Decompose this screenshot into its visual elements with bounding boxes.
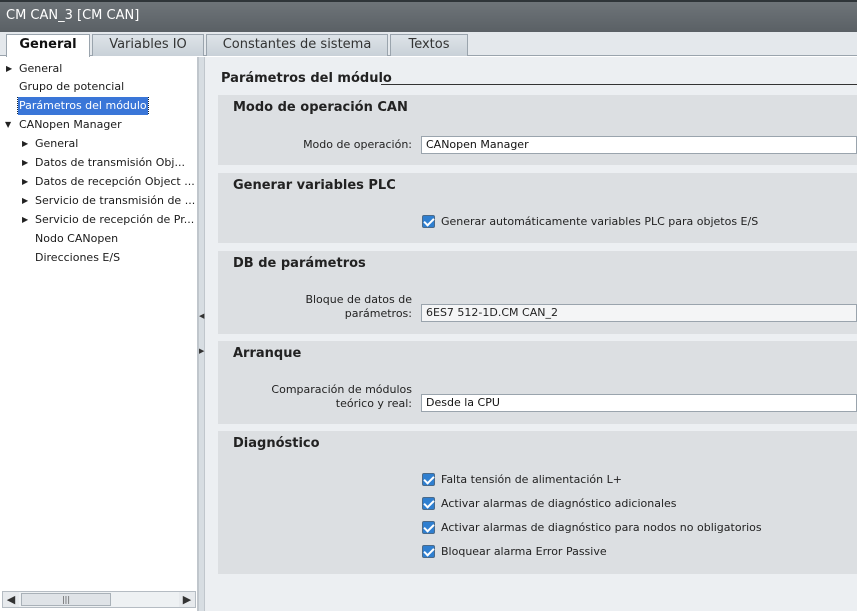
generate-plc-tags-label: Generar automáticamente variables PLC pa…: [441, 215, 759, 228]
tree-item-label: Grupo de potencial: [19, 80, 125, 93]
collapse-icon[interactable]: ▼: [5, 116, 15, 134]
expand-icon[interactable]: ▶: [22, 135, 32, 153]
window-titlebar: CM CAN_3 [CM CAN]: [0, 0, 857, 32]
startup-comparison-label-line2: teórico y real:: [335, 397, 412, 410]
collapse-left-icon[interactable]: ◀: [199, 312, 204, 320]
tree-item-direcciones-es[interactable]: Direcciones E/S: [0, 249, 196, 267]
tree-item-label: Datos de transmisión Obj...: [35, 156, 185, 169]
tree-item-label: General: [19, 62, 63, 75]
tab-variables-io[interactable]: Variables IO: [92, 34, 204, 56]
tree-item-parametros-del-modulo[interactable]: Parámetros del módulo: [0, 97, 196, 115]
navigation-tree: ▶ General Grupo de potencial Parámetros …: [0, 57, 198, 611]
tree-item-label: Parámetros del módulo: [17, 97, 149, 115]
tree-item-canopen-general[interactable]: ▶ General: [0, 135, 196, 153]
operation-mode-label: Modo de operación:: [303, 138, 412, 151]
tree-item-datos-de-recepcion[interactable]: ▶ Datos de recepción Object ...: [0, 173, 196, 191]
tree-item-nodo-canopen[interactable]: Nodo CANopen: [0, 230, 196, 248]
section-title: DB de parámetros: [233, 256, 366, 271]
tab-general[interactable]: General: [6, 34, 90, 58]
expand-icon[interactable]: ▶: [22, 211, 32, 229]
diag-error-passive-checkbox[interactable]: [422, 545, 435, 558]
tree-item-label: Servicio de transmisión de ...: [35, 194, 196, 207]
generate-plc-tags-checkbox[interactable]: [422, 215, 435, 228]
tree-item-label: Servicio de recepción de Pr...: [35, 213, 195, 226]
diag-error-passive-label: Bloquear alarma Error Passive: [441, 545, 607, 558]
diag-no-supply-voltage-label: Falta tensión de alimentación L+: [441, 473, 622, 486]
section-db-parametros: DB de parámetros Bloque de datos de pará…: [218, 251, 857, 334]
section-modo-operacion: Modo de operación CAN Modo de operación:…: [218, 95, 857, 165]
section-title: Diagnóstico: [233, 436, 320, 451]
expand-icon[interactable]: ▶: [6, 60, 16, 78]
pane-splitter[interactable]: ◀ ▶: [198, 57, 205, 611]
scroll-left-icon[interactable]: ◀: [3, 592, 19, 607]
expand-icon[interactable]: ▶: [22, 192, 32, 210]
tree-item-label: Nodo CANopen: [35, 232, 119, 245]
heading-divider: [381, 84, 857, 85]
tree-item-datos-de-transmision[interactable]: ▶ Datos de transmisión Obj...: [0, 154, 196, 172]
operation-mode-dropdown[interactable]: CANopen Manager: [421, 136, 857, 154]
tree-item-label: Datos de recepción Object ...: [35, 175, 195, 188]
section-title: Generar variables PLC: [233, 178, 396, 193]
parameter-db-label-line1: Bloque de datos de: [305, 293, 412, 306]
tab-bar: General Variables IO Constantes de siste…: [0, 32, 857, 58]
tab-constantes-de-sistema[interactable]: Constantes de sistema: [206, 34, 388, 56]
section-generar-variables: Generar variables PLC Generar automática…: [218, 173, 857, 243]
section-arranque: Arranque Comparación de módulos teórico …: [218, 341, 857, 424]
tree-item-general[interactable]: ▶ General: [0, 60, 196, 78]
properties-panel: Parámetros del módulo Modo de operación …: [205, 57, 857, 611]
section-diagnostico: Diagnóstico Falta tensión de alimentació…: [218, 431, 857, 574]
section-title: Arranque: [233, 346, 302, 361]
expand-icon[interactable]: ▶: [22, 154, 32, 172]
startup-comparison-label-line1: Comparación de módulos: [271, 383, 412, 396]
tree-item-label: General: [35, 137, 79, 150]
tree-item-canopen-manager[interactable]: ▼ CANopen Manager: [0, 116, 196, 134]
window-title: CM CAN_3 [CM CAN]: [6, 8, 140, 23]
tree-item-servicio-de-transmision[interactable]: ▶ Servicio de transmisión de ...: [0, 192, 196, 210]
scroll-right-icon[interactable]: ▶: [179, 592, 195, 607]
tab-textos[interactable]: Textos: [390, 34, 468, 56]
diag-additional-alarms-label: Activar alarmas de diagnóstico adicional…: [441, 497, 677, 510]
tree-horizontal-scrollbar[interactable]: ◀ ||| ▶: [2, 591, 196, 608]
tree-item-servicio-de-recepcion[interactable]: ▶ Servicio de recepción de Pr...: [0, 211, 196, 229]
diag-additional-alarms-checkbox[interactable]: [422, 497, 435, 510]
parameter-db-label-line2: parámetros:: [344, 307, 412, 320]
diag-optional-nodes-label: Activar alarmas de diagnóstico para nodo…: [441, 521, 762, 534]
expand-icon[interactable]: ▶: [22, 173, 32, 191]
startup-comparison-dropdown[interactable]: Desde la CPU: [421, 394, 857, 412]
diag-no-supply-voltage-checkbox[interactable]: [422, 473, 435, 486]
tree-item-label: CANopen Manager: [19, 118, 122, 131]
parameter-db-field[interactable]: 6ES7 512-1D.CM CAN_2: [421, 304, 857, 322]
scrollbar-thumb[interactable]: |||: [21, 593, 111, 606]
diag-optional-nodes-checkbox[interactable]: [422, 521, 435, 534]
page-title: Parámetros del módulo: [221, 71, 392, 86]
tree-item-label: Direcciones E/S: [35, 251, 121, 264]
tree-item-grupo-de-potencial[interactable]: Grupo de potencial: [0, 78, 196, 96]
expand-right-icon[interactable]: ▶: [199, 347, 204, 355]
section-title: Modo de operación CAN: [233, 100, 408, 115]
